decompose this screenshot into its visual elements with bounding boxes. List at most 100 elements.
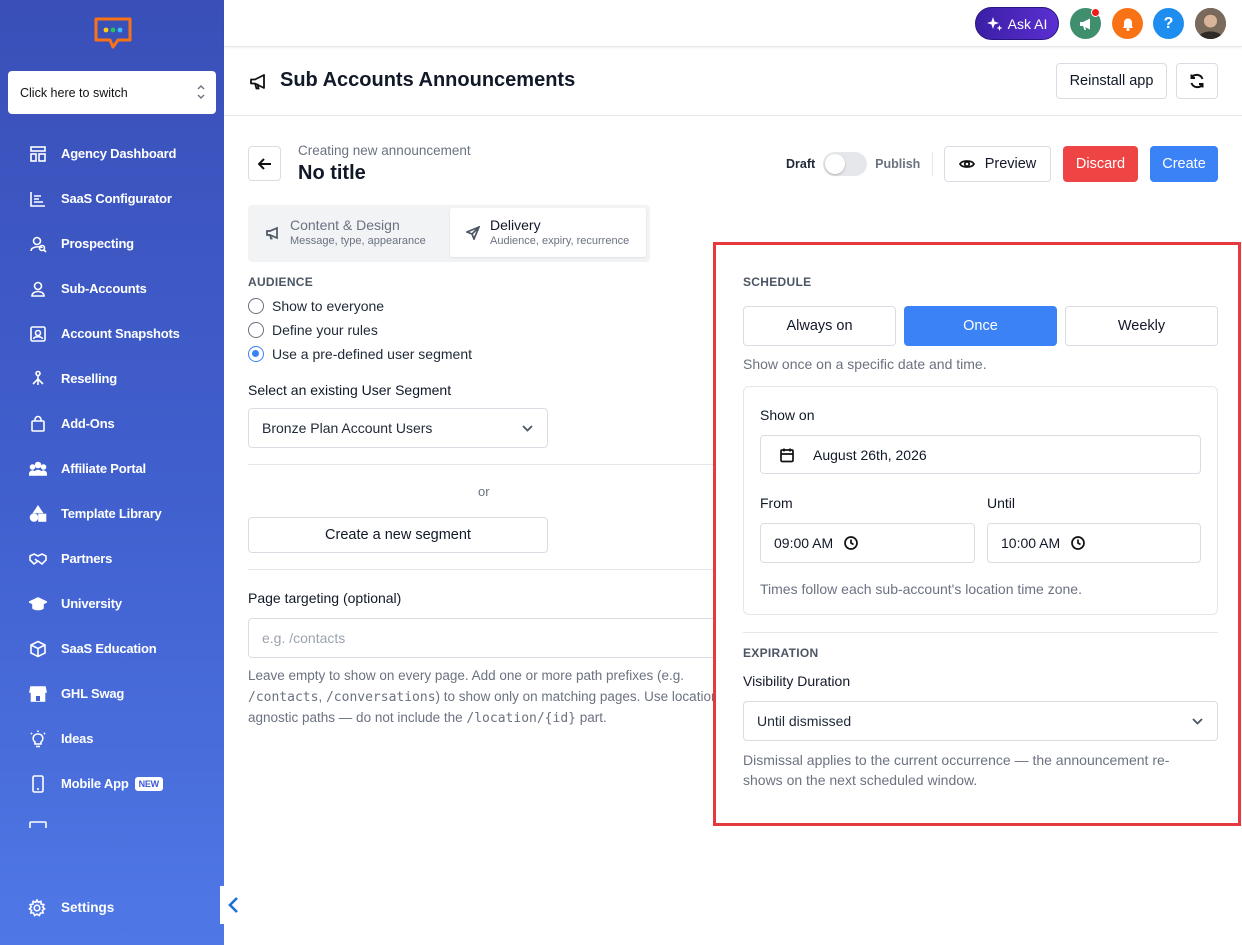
divider: [248, 464, 722, 465]
sidebar-item-mobile-app[interactable]: Mobile App NEW: [0, 761, 224, 806]
sidebar-item-label: SaaS Education: [61, 641, 157, 656]
expiration-section-label: EXPIRATION: [743, 646, 819, 660]
sidebar-item-affiliate-portal[interactable]: Affiliate Portal: [0, 446, 224, 491]
until-time-input[interactable]: 10:00 AM: [987, 523, 1201, 563]
announcement-title[interactable]: No title: [298, 162, 366, 185]
input-placeholder: e.g. /contacts: [262, 630, 346, 646]
from-label: From: [760, 495, 793, 511]
chevron-left-icon: [228, 897, 238, 913]
sidebar-item-add-ons[interactable]: Add-Ons: [0, 401, 224, 446]
draft-label: Draft: [786, 157, 816, 171]
graduation-icon: [29, 596, 47, 610]
sidebar-item-agency-dashboard[interactable]: Agency Dashboard: [0, 131, 224, 176]
radio-indicator[interactable]: [248, 322, 264, 338]
avatar-icon: [1195, 8, 1226, 39]
tab-content-design[interactable]: Content & Design Message, type, appearan…: [266, 208, 451, 257]
announcements-button[interactable]: [1070, 8, 1101, 39]
cube-icon: [30, 640, 46, 657]
reinstall-app-button[interactable]: Reinstall app: [1056, 63, 1167, 99]
sidebar-collapse-button[interactable]: [220, 886, 248, 924]
help-button[interactable]: ?: [1153, 8, 1184, 39]
sidebar-item-reselling[interactable]: Reselling: [0, 356, 224, 401]
discard-button[interactable]: Discard: [1063, 146, 1138, 182]
radio-predefined-segment[interactable]: Use a pre-defined user segment: [248, 346, 472, 362]
create-segment-button[interactable]: Create a new segment: [248, 517, 548, 553]
sidebar: Click here to switch Agency Dashboard Sa…: [0, 0, 224, 945]
preview-button[interactable]: Preview: [944, 146, 1051, 182]
show-on-label: Show on: [760, 407, 815, 423]
schedule-description: Show once on a specific date and time.: [743, 356, 987, 372]
new-badge: NEW: [134, 776, 163, 791]
divider: [248, 569, 722, 570]
sidebar-item-prospecting[interactable]: Prospecting: [0, 221, 224, 266]
sidebar-item-university[interactable]: University: [0, 581, 224, 626]
create-button[interactable]: Create: [1150, 146, 1218, 182]
clock-icon: [1071, 536, 1086, 550]
app-logo-icon[interactable]: [92, 16, 134, 52]
sidebar-item-settings[interactable]: Settings: [0, 885, 224, 930]
tab-label: Delivery: [490, 217, 541, 233]
sidebar-item-saas-configurator[interactable]: SaaS Configurator: [0, 176, 224, 221]
back-button[interactable]: [248, 146, 281, 181]
page-targeting-label: Page targeting (optional): [248, 590, 402, 606]
radio-define-rules[interactable]: Define your rules: [248, 322, 378, 338]
prospecting-icon: [30, 236, 47, 253]
or-separator: or: [478, 484, 490, 499]
sidebar-item-partners[interactable]: Partners: [0, 536, 224, 581]
page-targeting-input[interactable]: e.g. /contacts: [248, 618, 722, 658]
sidebar-item-sub-accounts[interactable]: Sub-Accounts: [0, 266, 224, 311]
tab-sublabel: Audience, expiry, recurrence: [490, 235, 630, 247]
sidebar-item-label: Reselling: [61, 371, 117, 386]
show-on-date-picker[interactable]: August 26th, 2026: [760, 435, 1201, 474]
snapshot-icon: [30, 325, 46, 342]
time-value: 10:00 AM: [1001, 535, 1061, 551]
date-value: August 26th, 2026: [813, 446, 927, 463]
until-label: Until: [987, 495, 1016, 511]
publish-label: Publish: [875, 157, 921, 171]
ask-ai-button[interactable]: Ask AI: [975, 7, 1059, 40]
sidebar-item-ideas[interactable]: Ideas: [0, 716, 224, 761]
divider: [743, 632, 1218, 633]
sidebar-item-saas-education[interactable]: SaaS Education: [0, 626, 224, 671]
toggle-knob: [825, 154, 846, 174]
time-value: 09:00 AM: [774, 535, 834, 551]
page-title: Sub Accounts Announcements: [280, 69, 576, 91]
editor-subtitle: Creating new announcement: [298, 143, 471, 158]
sidebar-item-label: Affiliate Portal: [61, 461, 146, 476]
refresh-icon: [1190, 73, 1204, 89]
notifications-button[interactable]: [1112, 8, 1143, 39]
radio-indicator-selected[interactable]: [248, 346, 264, 362]
radio-show-everyone[interactable]: Show to everyone: [248, 298, 384, 314]
sidebar-item-ghl-swag[interactable]: GHL Swag: [0, 671, 224, 716]
schedule-weekly-button[interactable]: Weekly: [1065, 306, 1218, 346]
sidebar-item-template-library[interactable]: Template Library: [0, 491, 224, 536]
timezone-note: Times follow each sub-account's location…: [760, 581, 1082, 597]
user-avatar[interactable]: [1195, 8, 1226, 39]
sidebar-item-label: GHL Swag: [61, 686, 125, 701]
sidebar-item-label: Template Library: [61, 506, 162, 521]
audience-section-label: AUDIENCE: [248, 275, 314, 289]
schedule-once-button[interactable]: Once: [904, 306, 1057, 346]
clock-icon: [844, 536, 859, 550]
sidebar-item-clipped[interactable]: [0, 806, 224, 828]
account-switcher[interactable]: Click here to switch: [8, 71, 216, 114]
publish-toggle[interactable]: [823, 152, 868, 176]
user-segment-select[interactable]: Bronze Plan Account Users: [248, 408, 548, 448]
desktop-icon: [29, 820, 47, 828]
settings-label: Settings: [61, 900, 115, 915]
chevron-up-down-icon: [197, 85, 205, 99]
segment-select-label: Select an existing User Segment: [248, 382, 452, 398]
shapes-icon: [29, 504, 47, 522]
visibility-duration-select[interactable]: Until dismissed: [743, 701, 1218, 741]
tab-delivery[interactable]: Delivery Audience, expiry, recurrence: [450, 208, 646, 257]
radio-label: Use a pre-defined user segment: [272, 346, 472, 362]
megaphone-icon: [266, 226, 278, 240]
sidebar-item-account-snapshots[interactable]: Account Snapshots: [0, 311, 224, 356]
tab-label: Content & Design: [290, 217, 400, 233]
refresh-button[interactable]: [1176, 63, 1218, 99]
from-time-input[interactable]: 09:00 AM: [760, 523, 975, 563]
select-value: Bronze Plan Account Users: [262, 420, 433, 436]
bag-icon: [31, 415, 45, 432]
radio-indicator[interactable]: [248, 298, 264, 314]
schedule-always-on-button[interactable]: Always on: [743, 306, 896, 346]
